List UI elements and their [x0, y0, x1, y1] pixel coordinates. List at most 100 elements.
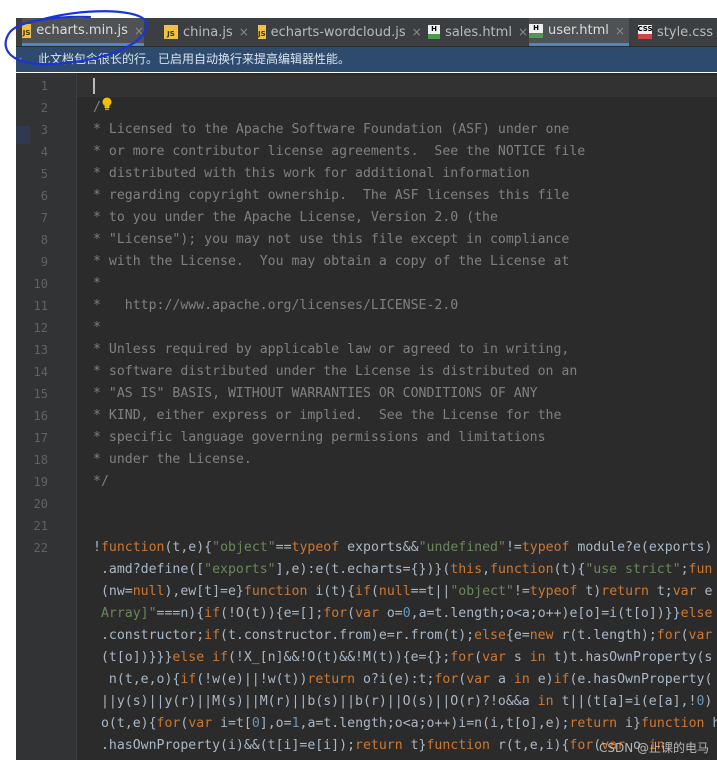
code-token: ) — [704, 694, 713, 709]
code-token: (t){ — [553, 562, 586, 577]
code-token: t; — [648, 584, 673, 599]
comment-line: * distributed with this work for additio… — [93, 166, 530, 181]
close-icon[interactable]: × — [412, 25, 422, 39]
code-token: typeof — [529, 584, 578, 599]
comment-line: * specific language governing permission… — [93, 430, 546, 445]
current-line-highlight — [77, 75, 717, 97]
code-line: .constructor;if(t.constructor.from)e=r.f… — [93, 625, 712, 647]
tab-echarts-wordcloud-js[interactable]: JS echarts-wordcloud.js × — [258, 18, 422, 46]
code-token: "use strict" — [585, 562, 681, 577]
code-token: ),ew[t]=e} — [164, 584, 244, 599]
code-token: var — [188, 716, 213, 731]
code-token: t||(t[a]=i(e[a],! — [553, 694, 697, 709]
code-token: 1 — [291, 716, 300, 731]
close-icon[interactable]: × — [518, 25, 528, 39]
html-file-icon: H — [428, 25, 441, 39]
tab-label: style.css — [657, 24, 713, 40]
code-token: == — [275, 540, 292, 555]
tab-echarts-min-js[interactable]: JS echarts.min.js × — [22, 18, 144, 46]
code-token: this — [450, 562, 483, 577]
code-token: else if — [172, 650, 228, 665]
chevron-left-icon[interactable]: ‹ — [18, 47, 22, 72]
line-number: 11 — [33, 299, 48, 313]
code-token: 0 — [402, 606, 411, 621]
editor-tab-bar: JS echarts.min.js × JS china.js × JS ech… — [16, 18, 717, 47]
code-token: module?e(exports) — [569, 540, 713, 555]
code-token: n(t,e,o){ — [93, 672, 181, 687]
code-token: ],e):e(t.echarts={})}( — [275, 562, 451, 577]
comment-line: / — [93, 100, 101, 115]
close-icon[interactable]: × — [134, 24, 144, 38]
code-token: i=t[ — [212, 716, 252, 731]
line-number: 1 — [40, 79, 48, 93]
code-token: (!w(e)||!w(t)) — [196, 672, 308, 687]
code-token: if — [204, 628, 221, 643]
code-token: return — [307, 672, 356, 687]
tab-style-css[interactable]: CSS style.css × — [637, 18, 717, 46]
line-number: 6 — [40, 189, 48, 203]
code-token: , — [482, 562, 491, 577]
tab-sales-html[interactable]: H sales.html × — [428, 18, 528, 46]
code-token: in — [537, 694, 554, 709]
code-token: "object" — [212, 540, 276, 555]
code-token: new — [529, 628, 554, 643]
line-number: 19 — [33, 475, 48, 489]
code-token: null — [378, 584, 411, 599]
js-file-icon: JS — [258, 25, 266, 39]
lightbulb-icon[interactable] — [101, 97, 113, 111]
code-token: r(t,e,i){ — [490, 738, 570, 753]
code-token: e — [696, 584, 713, 599]
comment-line: * Unless required by applicable law or a… — [93, 342, 570, 357]
line-number: 22 — [33, 541, 48, 555]
code-token: for — [323, 606, 348, 621]
comment-line: * "AS IS" BASIS, WITHOUT WARRANTIES OR C… — [93, 386, 538, 401]
code-token: ( — [347, 606, 356, 621]
js-file-icon: JS — [164, 25, 178, 39]
code-line: (t[o])}}}else if(!X_[n]&&!O(t)&&!M(t)){e… — [93, 647, 712, 669]
line-number: 12 — [33, 321, 48, 335]
code-token: var — [466, 672, 491, 687]
code-token: return — [601, 584, 649, 599]
tab-china-js[interactable]: JS china.js × — [164, 18, 250, 46]
code-token: != — [513, 584, 530, 599]
text-caret — [93, 78, 95, 94]
comment-line: * KIND, either express or implied. See t… — [93, 408, 562, 423]
code-token: (nw= — [93, 584, 133, 599]
code-token: ===n){ — [156, 606, 205, 621]
code-token: 0 — [251, 716, 260, 731]
tab-label: echarts-wordcloud.js — [270, 24, 406, 40]
comment-line: * Licensed to the Apache Software Founda… — [93, 122, 570, 137]
tab-label: user.html — [548, 23, 609, 38]
tab-label: sales.html — [445, 24, 512, 40]
code-token: .hasOwnProperty(i)&&(t[i]=e[i]); — [93, 738, 356, 753]
code-token: else — [474, 628, 506, 643]
code-token: o?i(e):t; — [355, 672, 435, 687]
comment-line: * with the License. You may obtain a cop… — [93, 254, 570, 269]
close-icon[interactable]: × — [239, 25, 249, 39]
code-token: var — [482, 650, 506, 665]
code-token: t) — [577, 584, 602, 599]
line-number: 7 — [40, 211, 48, 225]
code-token: function — [243, 584, 308, 599]
close-icon[interactable]: × — [615, 24, 625, 38]
code-token: null — [132, 584, 165, 599]
tab-user-html[interactable]: H user.html × — [529, 18, 629, 46]
line-number: 18 — [33, 453, 48, 467]
code-token: ! — [93, 540, 101, 555]
line-number: 5 — [40, 167, 48, 181]
line-number: 3 — [40, 123, 48, 137]
line-number: 2 — [40, 101, 48, 115]
code-token: if — [553, 672, 570, 687]
comment-line: * or more contributor license agreements… — [93, 144, 586, 159]
code-token: function — [100, 540, 165, 555]
code-token: h — [712, 716, 717, 731]
comment-line: * to you under the Apache License, Versi… — [93, 210, 498, 225]
code-token: .amd?define([ — [93, 562, 205, 577]
code-token: for — [569, 738, 594, 753]
code-token: for — [656, 628, 681, 643]
line-number: 21 — [33, 519, 48, 533]
code-token: ==t|| — [410, 584, 451, 599]
comment-line: * regarding copyright ownership. The ASF… — [93, 188, 570, 203]
css-file-icon: CSS — [637, 25, 653, 39]
code-token: s — [505, 650, 530, 665]
